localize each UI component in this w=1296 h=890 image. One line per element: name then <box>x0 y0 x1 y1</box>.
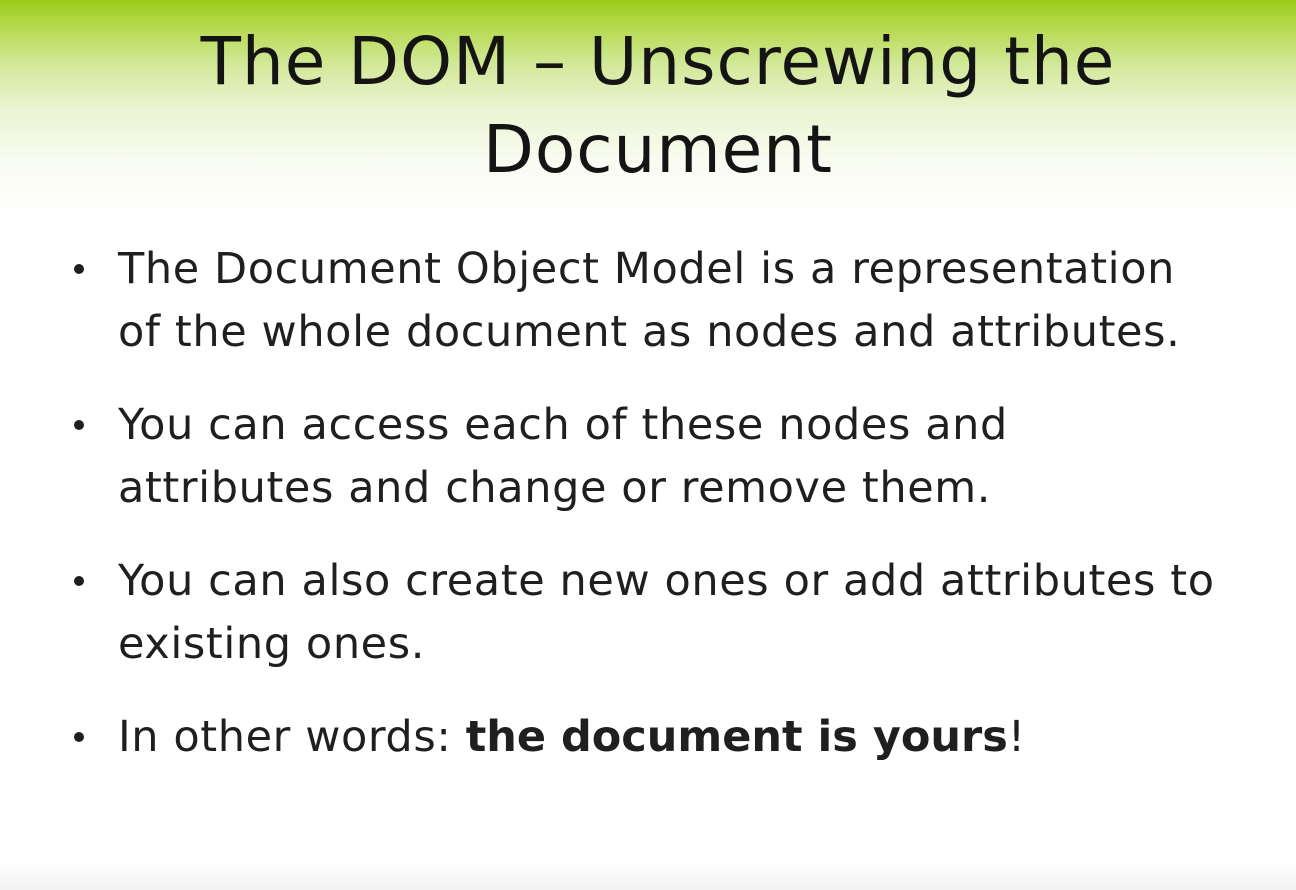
slide: The DOM – Unscrewing the Document The Do… <box>0 0 1296 890</box>
bullet-text: You can also create new ones or add attr… <box>118 556 1215 669</box>
bullet-text: The Document Object Model is a represent… <box>118 244 1181 357</box>
bullet-item-summary: In other words: the document is yours! <box>70 706 1230 769</box>
bullet-item-access-nodes: You can access each of these nodes and a… <box>70 394 1230 520</box>
bullet-dot-icon <box>74 420 84 430</box>
bottom-strip <box>0 860 1296 890</box>
slide-title-line-1: The DOM – Unscrewing the <box>200 23 1116 100</box>
slide-title: The DOM – Unscrewing the Document <box>60 18 1256 194</box>
bullet-item-create-nodes: You can also create new ones or add attr… <box>70 550 1230 676</box>
bullet-text-emphasis: the document is yours <box>465 712 1008 762</box>
bullet-dot-icon <box>74 264 84 274</box>
bullet-text: You can access each of these nodes and a… <box>118 400 1008 513</box>
bullet-item-dom-definition: The Document Object Model is a represent… <box>70 238 1230 364</box>
bullet-text-suffix: ! <box>1007 712 1026 762</box>
bullet-list: The Document Object Model is a represent… <box>70 238 1230 799</box>
slide-title-line-2: Document <box>483 111 833 188</box>
bullet-text-prefix: In other words: <box>118 712 466 762</box>
bullet-dot-icon <box>74 732 84 742</box>
bullet-dot-icon <box>74 576 84 586</box>
